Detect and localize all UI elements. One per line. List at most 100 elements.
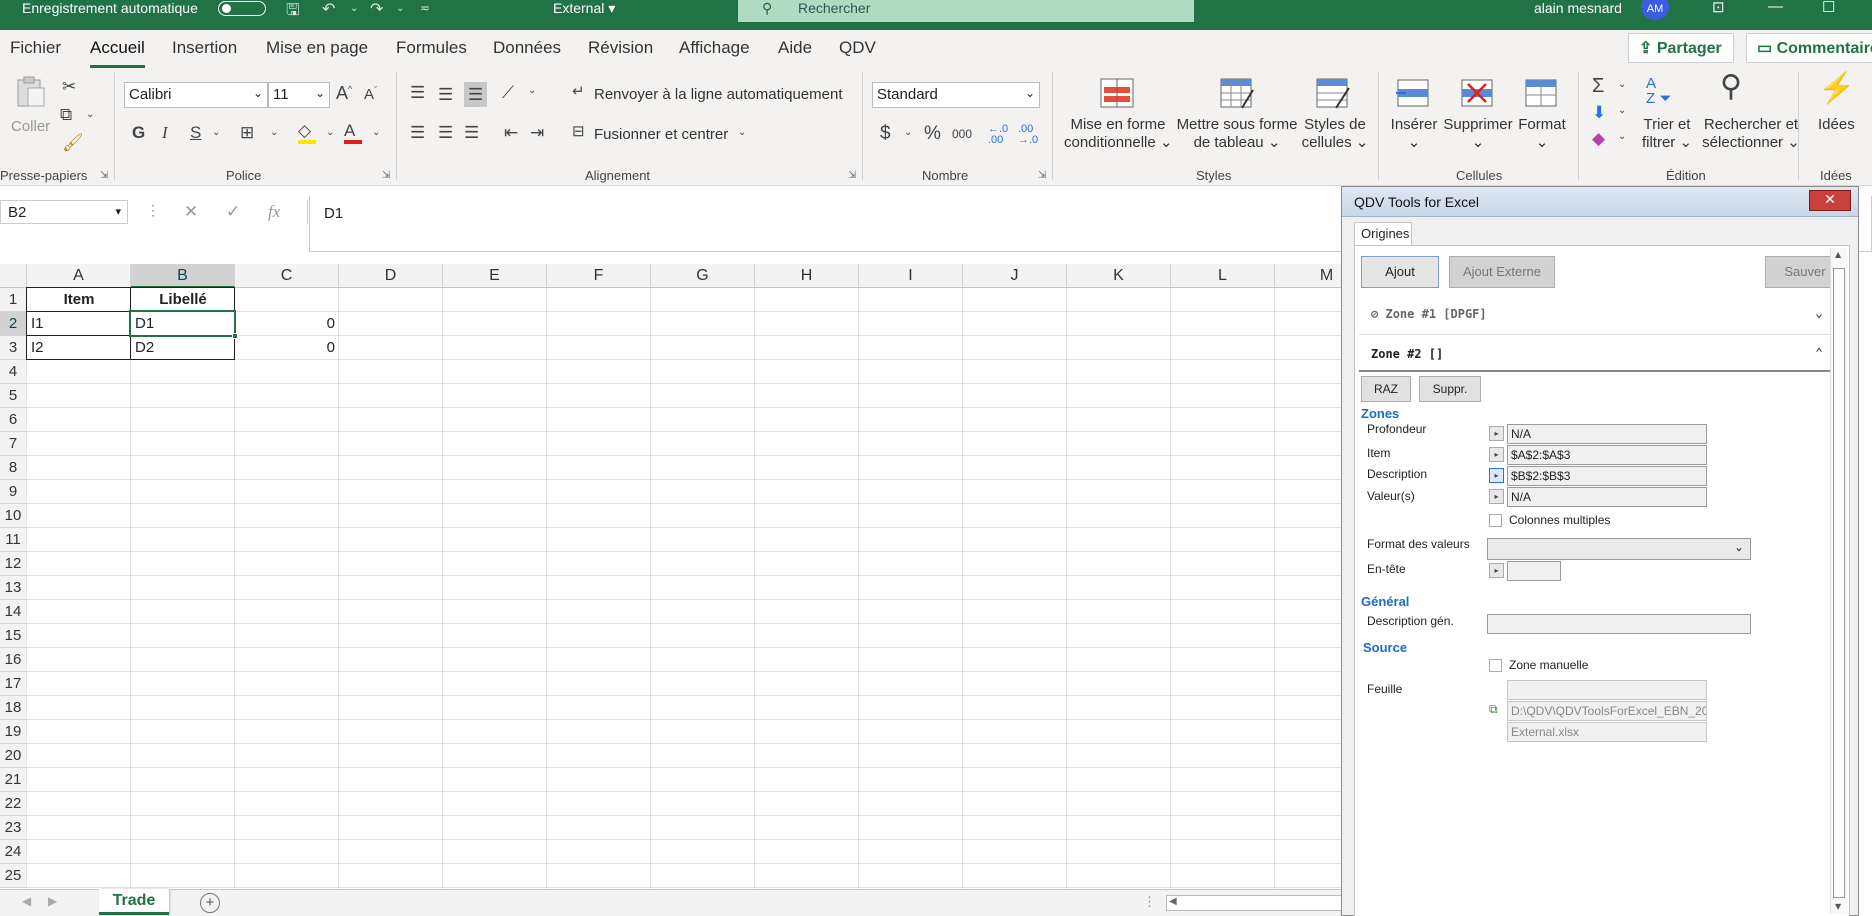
decrease-decimal-icon[interactable]: .00 →.0 [1018, 124, 1038, 146]
percent-button[interactable]: % [924, 124, 941, 143]
fill-icon[interactable]: ⬇ [1592, 104, 1606, 121]
fill-color-icon[interactable]: ◇ [298, 122, 316, 144]
cell-a3[interactable]: I2 [27, 336, 131, 360]
tab-affichage[interactable]: Affichage [679, 38, 750, 58]
find-select-icon[interactable]: ⚲ [1720, 72, 1742, 102]
tab-aide[interactable]: Aide [778, 38, 812, 58]
font-name-select[interactable]: Calibri ⌄ [124, 82, 268, 108]
minimize-icon[interactable]: — [1768, 0, 1783, 15]
zone-2-header[interactable]: Zone #2 [] ⌃ [1359, 338, 1833, 370]
row-header-5[interactable]: 5 [0, 384, 27, 408]
tab-donnees[interactable]: Données [493, 38, 561, 58]
bold-button[interactable]: G [132, 124, 145, 141]
scroll-thumb[interactable] [1833, 268, 1845, 898]
autosum-dropdown-icon[interactable]: ⌄ [1618, 80, 1626, 90]
redo-dropdown-icon[interactable]: ⌄ [396, 3, 404, 14]
currency-button[interactable]: $ [880, 124, 891, 143]
column-header-l[interactable]: L [1171, 264, 1275, 288]
cell-b3[interactable]: D2 [131, 336, 235, 360]
copy-dropdown-icon[interactable]: ⌄ [86, 110, 94, 120]
horizontal-scrollbar[interactable]: ◀ [1166, 895, 1345, 911]
clear-icon[interactable]: ◆ [1592, 130, 1605, 147]
values-picker-icon[interactable]: ▸ [1489, 489, 1504, 504]
select-all-corner[interactable] [0, 264, 27, 288]
format-painter-icon[interactable]: 🖌 [62, 134, 84, 151]
scroll-down-icon[interactable]: ▼ [1835, 902, 1841, 911]
insert-cells-icon[interactable] [1396, 78, 1430, 110]
manual-zone-checkbox[interactable] [1489, 659, 1502, 672]
column-header-h[interactable]: H [755, 264, 859, 288]
row-header-14[interactable]: 14 [0, 600, 27, 624]
cell-c2[interactable]: 0 [235, 312, 339, 336]
cell-styles-label[interactable]: Styles de cellules ⌄ [1300, 116, 1370, 151]
tab-formules[interactable]: Formules [396, 38, 467, 58]
depth-picker-icon[interactable]: ▸ [1489, 426, 1504, 441]
row-header-17[interactable]: 17 [0, 672, 27, 696]
row-header-16[interactable]: 16 [0, 648, 27, 672]
orientation-dropdown-icon[interactable]: ⌄ [528, 86, 536, 96]
row-header-2[interactable]: 2 [0, 312, 27, 336]
autosum-icon[interactable]: Σ [1592, 76, 1604, 96]
row-header-4[interactable]: 4 [0, 360, 27, 384]
avatar[interactable]: AM [1641, 0, 1669, 20]
enter-icon[interactable]: ✓ [226, 202, 240, 222]
font-size-select[interactable]: 11 ⌄ [268, 82, 330, 108]
decrease-font-icon[interactable]: Aˇ [364, 86, 377, 103]
increase-indent-icon[interactable]: ⇥ [530, 124, 544, 141]
column-header-e[interactable]: E [443, 264, 547, 288]
number-format-select[interactable]: Standard ⌄ [872, 82, 1040, 108]
row-header-15[interactable]: 15 [0, 624, 27, 648]
scroll-up-icon[interactable]: ▲ [1835, 250, 1841, 259]
undo-icon[interactable]: ↶ [322, 0, 335, 19]
fill-color-dropdown-icon[interactable]: ⌄ [326, 128, 334, 138]
description-field[interactable]: $B$2:$B$3 [1507, 466, 1707, 486]
ribbon-display-icon[interactable]: ⊡ [1712, 0, 1725, 16]
cell-a1[interactable]: Item [27, 288, 131, 312]
column-header-i[interactable]: I [859, 264, 963, 288]
format-cells-icon[interactable] [1524, 78, 1558, 110]
conditional-format-icon[interactable] [1100, 78, 1134, 110]
row-header-23[interactable]: 23 [0, 816, 27, 840]
row-header-8[interactable]: 8 [0, 456, 27, 480]
scroll-tabs-right-icon[interactable]: ▶ [48, 894, 57, 908]
tab-insertion[interactable]: Insertion [172, 38, 237, 58]
currency-dropdown-icon[interactable]: ⌄ [904, 128, 912, 138]
underline-button[interactable]: S [190, 124, 201, 141]
general-description-field[interactable] [1487, 614, 1751, 634]
cell-b1[interactable]: Libellé [131, 288, 235, 312]
row-header-7[interactable]: 7 [0, 432, 27, 456]
excel-file-icon[interactable]: ⧉ [1489, 702, 1498, 717]
font-launcher-icon[interactable]: ⇲ [382, 170, 390, 181]
depth-field[interactable]: N/A [1507, 424, 1707, 444]
cut-icon[interactable]: ✂ [62, 78, 76, 95]
row-header-20[interactable]: 20 [0, 744, 27, 768]
row-header-12[interactable]: 12 [0, 552, 27, 576]
row-header-24[interactable]: 24 [0, 840, 27, 864]
column-header-b[interactable]: B [131, 264, 235, 288]
row-header-1[interactable]: 1 [0, 288, 27, 312]
conditional-format-label[interactable]: Mise en forme conditionnelle ⌄ [1064, 116, 1173, 151]
delete-cells-icon[interactable] [1460, 78, 1494, 110]
font-color-dropdown-icon[interactable]: ⌄ [372, 128, 380, 138]
paste-icon[interactable] [14, 76, 48, 108]
tab-revision[interactable]: Révision [588, 38, 653, 58]
font-color-icon[interactable]: A [344, 122, 362, 144]
zone-1-header[interactable]: ⊘ Zone #1 [DPGF] ⌄ [1359, 298, 1833, 330]
name-box[interactable]: B2 ▾ [0, 200, 128, 224]
borders-icon[interactable]: ⊞ [240, 124, 254, 141]
row-header-3[interactable]: 3 [0, 336, 27, 360]
row-header-6[interactable]: 6 [0, 408, 27, 432]
orientation-icon[interactable]: ⟋ [502, 84, 514, 101]
column-header-k[interactable]: K [1067, 264, 1171, 288]
autosave-toggle[interactable] [218, 1, 266, 16]
tab-qdv[interactable]: QDV [839, 38, 876, 58]
maximize-icon[interactable]: ☐ [1822, 0, 1835, 16]
tab-splitter-icon[interactable]: ⋮ [1143, 894, 1156, 910]
cell-c3[interactable]: 0 [235, 336, 339, 360]
find-select-label[interactable]: Rechercher et sélectionner ⌄ [1690, 116, 1812, 151]
increase-font-icon[interactable]: A^ [336, 84, 352, 102]
fill-dropdown-icon[interactable]: ⌄ [1618, 106, 1626, 116]
add-sheet-icon[interactable]: + [200, 893, 220, 913]
item-field[interactable]: $A$2:$A$3 [1507, 445, 1707, 465]
tab-origines[interactable]: Origines [1354, 222, 1412, 246]
